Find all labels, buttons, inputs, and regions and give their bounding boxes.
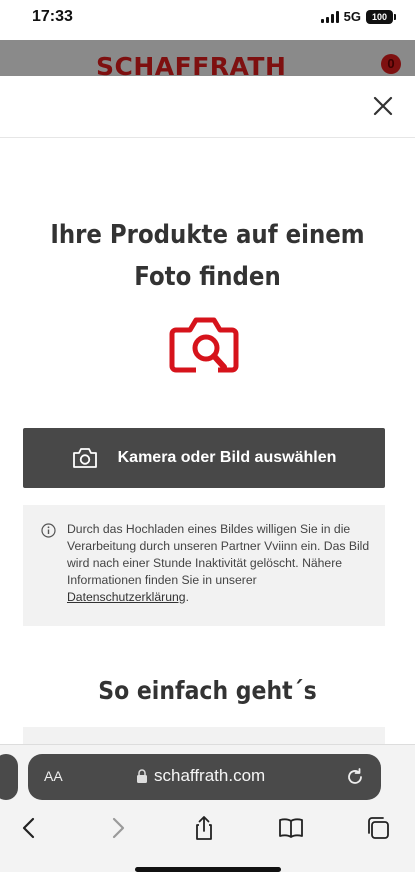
- network-label: 5G: [343, 9, 361, 24]
- battery-icon: 100: [366, 9, 396, 24]
- info-icon: [41, 523, 56, 538]
- camera-icon: [72, 448, 97, 468]
- privacy-info-box: Durch das Hochladen eines Bildes willige…: [23, 505, 385, 626]
- browser-toolbar: [0, 813, 415, 845]
- status-bar: 17:33 5G 100: [0, 0, 415, 38]
- back-icon[interactable]: [17, 815, 43, 841]
- lock-icon: [137, 769, 147, 783]
- privacy-info-text: Durch das Hochladen eines Bildes willige…: [67, 521, 372, 606]
- signal-icon: [320, 10, 339, 23]
- url-display[interactable]: schaffrath.com: [136, 766, 265, 786]
- camera-upload-button[interactable]: Kamera oder Bild auswählen: [23, 428, 385, 488]
- forward-icon[interactable]: [104, 815, 130, 841]
- site-logo[interactable]: SCHAFFRATH: [96, 52, 286, 76]
- camera-button-label: Kamera oder Bild auswählen: [117, 449, 337, 466]
- aa-label: AA: [44, 768, 63, 784]
- tabs-icon[interactable]: [365, 815, 391, 841]
- bookmarks-icon[interactable]: [278, 815, 304, 841]
- home-indicator: [135, 867, 281, 872]
- photo-search-icon: [168, 314, 240, 380]
- status-time: 17:33: [32, 8, 73, 25]
- reload-icon[interactable]: [345, 767, 365, 787]
- privacy-policy-link[interactable]: Datenschutzerklärung: [67, 590, 186, 604]
- image-search-modal: Ihre Produkte auf einem Foto finden Kame…: [0, 76, 415, 748]
- info-text-body: Durch das Hochladen eines Bildes willige…: [67, 522, 370, 587]
- reader-options-button[interactable]: AA: [44, 768, 63, 784]
- how-it-works-heading: So einfach geht´s: [98, 676, 317, 705]
- cart-count-badge: 0: [381, 54, 401, 74]
- site-header: SCHAFFRATH 0: [0, 40, 415, 76]
- close-icon[interactable]: [371, 94, 395, 118]
- share-icon[interactable]: [191, 815, 217, 841]
- previous-tab-preview[interactable]: [0, 754, 18, 800]
- browser-bottom-bar: AA schaffrath.com: [0, 744, 415, 872]
- status-indicators: 5G 100: [320, 9, 396, 24]
- modal-divider: [0, 137, 415, 138]
- url-text: schaffrath.com: [154, 766, 266, 785]
- cart-button[interactable]: 0: [365, 54, 401, 76]
- info-text-end: .: [185, 590, 189, 604]
- modal-title: Ihre Produkte auf einem Foto finden: [50, 220, 365, 292]
- address-bar[interactable]: AA schaffrath.com: [28, 754, 381, 800]
